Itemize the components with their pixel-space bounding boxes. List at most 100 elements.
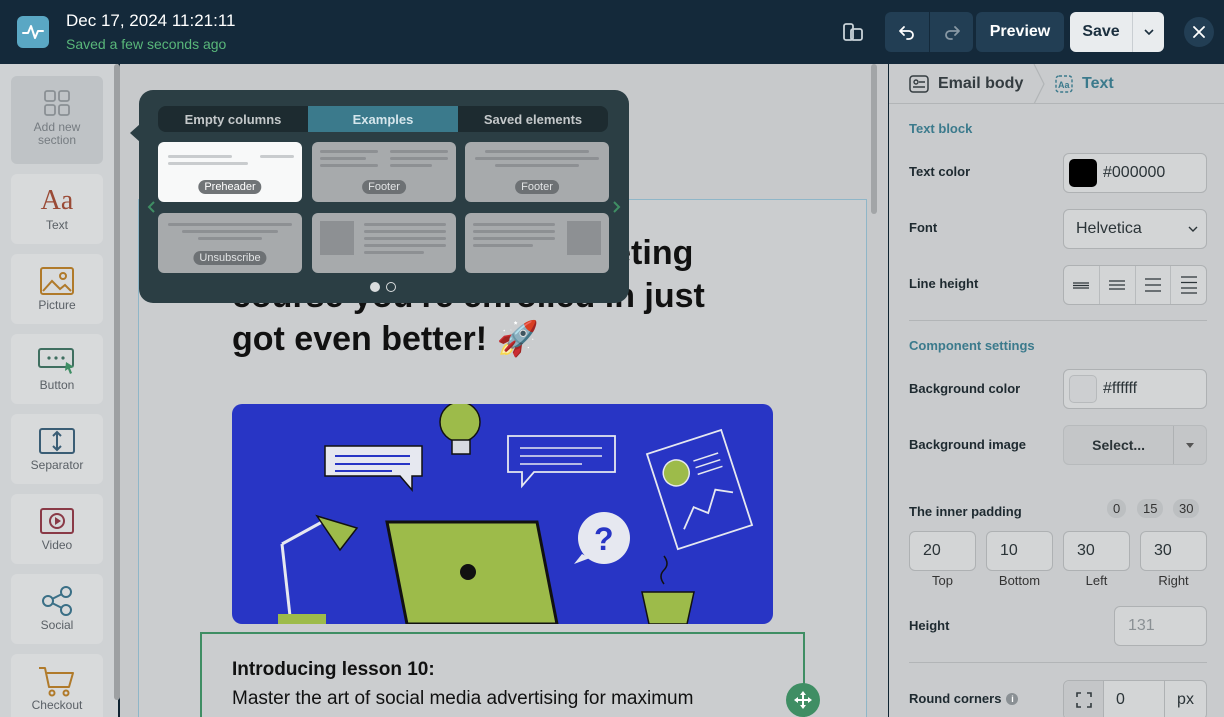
popup-next-chevron-icon[interactable] (611, 199, 623, 215)
corners-link-toggle[interactable] (1064, 681, 1104, 717)
popup-prev-chevron-icon[interactable] (145, 199, 157, 215)
tab-saved-elements[interactable]: Saved elements (458, 106, 608, 132)
breadcrumb-email-body[interactable]: Email body (909, 75, 1023, 93)
move-block-handle[interactable] (786, 683, 820, 717)
redo-button[interactable] (929, 12, 973, 52)
inner-padding-label: The inner padding (909, 504, 1022, 519)
round-corners-control: 0 px (1063, 680, 1207, 717)
font-select[interactable]: Helvetica (1063, 209, 1207, 249)
sidebar-item-text[interactable]: Aa Text (11, 174, 103, 244)
template-tag: Preheader (198, 180, 262, 194)
template-thumb-image-left[interactable] (312, 213, 456, 273)
tab-empty-columns[interactable]: Empty columns (158, 106, 308, 132)
sidebar-item-label: Add new section (33, 120, 81, 147)
line-height-loose-icon (1180, 276, 1197, 294)
padding-caption: Left (1085, 573, 1108, 588)
padding-preset-15[interactable]: 15 (1137, 499, 1164, 518)
undo-icon (899, 26, 914, 40)
popup-tabs: Empty columns Examples Saved elements (158, 106, 608, 132)
chevron-down-icon (1186, 442, 1195, 448)
template-tag: Unsubscribe (193, 251, 267, 265)
round-corners-input[interactable]: 0 (1104, 691, 1164, 709)
sidebar-item-label: Text (45, 218, 68, 232)
line-height-normal[interactable] (1098, 266, 1135, 304)
height-input[interactable]: 131 (1114, 606, 1207, 646)
svg-text:?: ? (594, 521, 614, 557)
section-divider (909, 320, 1207, 321)
component-settings-heading: Component settings (909, 338, 1035, 353)
page-dot[interactable] (386, 282, 396, 292)
page-dot-active[interactable] (370, 282, 380, 292)
template-thumb-unsubscribe[interactable]: Unsubscribe (158, 213, 302, 273)
template-thumb-image-right[interactable] (465, 213, 609, 273)
font-label: Font (909, 220, 938, 235)
hero-illustration[interactable]: ? (232, 404, 773, 624)
sidebar-item-picture[interactable]: Picture (11, 254, 103, 324)
background-image-select[interactable]: Select... (1063, 425, 1207, 465)
template-tag: Footer (362, 180, 406, 194)
save-button[interactable]: Save (1070, 12, 1132, 52)
svg-text:Aa: Aa (1058, 80, 1070, 90)
breadcrumb-label: Text (1082, 75, 1114, 92)
sidebar-item-separator[interactable]: Separator (11, 414, 103, 484)
sidebar-item-label: Button (39, 378, 75, 392)
height-label: Height (909, 618, 950, 633)
canvas-scrollbar[interactable] (871, 64, 877, 214)
picture-icon (40, 266, 74, 296)
close-icon (1193, 26, 1205, 38)
mobile-preview-icon[interactable] (841, 20, 865, 44)
text-color-value: #000000 (1103, 164, 1166, 181)
round-corners-label: Round corners (909, 691, 1002, 706)
text-color-picker[interactable]: #000000 (1063, 153, 1207, 193)
padding-top-input[interactable]: 20 (909, 531, 976, 571)
save-button-group: Save (1070, 12, 1164, 52)
sidebar-item-label: Social (40, 618, 74, 632)
line-height-options (1063, 265, 1207, 305)
color-swatch (1069, 159, 1097, 187)
sidebar-item-label: Separator (30, 458, 84, 472)
sidebar-item-add-section[interactable]: Add new section (11, 76, 103, 164)
save-options-button[interactable] (1132, 12, 1164, 52)
breadcrumb-text: Aa Text (1055, 75, 1114, 93)
round-corners-unit[interactable]: px (1164, 681, 1206, 717)
font-value: Helvetica (1076, 220, 1142, 237)
template-thumb-preheader[interactable]: Preheader (158, 142, 302, 202)
round-corners-row: Round corners i (909, 691, 1019, 706)
line-height-tight-icon (1073, 282, 1090, 289)
app-logo-icon[interactable] (17, 16, 49, 48)
padding-preset-0[interactable]: 0 (1107, 499, 1127, 518)
padding-right-input[interactable]: 30 (1140, 531, 1207, 571)
template-thumb-footer-alt[interactable]: Footer (465, 142, 609, 202)
hero-artwork: ? (278, 404, 754, 624)
sidebar-item-social[interactable]: Social (11, 574, 103, 644)
background-color-picker[interactable]: #ffffff (1063, 369, 1207, 409)
padding-left-input[interactable]: 30 (1063, 531, 1130, 571)
line-height-relaxed[interactable] (1134, 266, 1171, 304)
select-image-button[interactable]: Select... (1064, 437, 1173, 453)
padding-caption: Right (1158, 573, 1189, 588)
line-height-relaxed-icon (1144, 278, 1161, 292)
sidebar-item-video[interactable]: Video (11, 494, 103, 564)
breadcrumb-separator (1033, 64, 1045, 104)
undo-button[interactable] (885, 12, 929, 52)
sidebar-item-checkout[interactable]: Checkout (11, 654, 103, 717)
template-thumb-footer[interactable]: Footer (312, 142, 456, 202)
share-icon (41, 586, 73, 616)
preview-button[interactable]: Preview (976, 12, 1064, 52)
line-height-tight[interactable] (1064, 266, 1099, 304)
background-image-options[interactable] (1173, 426, 1206, 464)
text-aa-icon: Aa (40, 185, 74, 216)
padding-preset-30[interactable]: 30 (1173, 499, 1200, 518)
color-swatch (1069, 375, 1097, 403)
background-image-label: Background image (909, 437, 1027, 452)
tab-examples[interactable]: Examples (308, 106, 458, 132)
document-title[interactable]: Dec 17, 2024 11:21:11 (66, 11, 236, 31)
padding-bottom-input[interactable]: 10 (986, 531, 1053, 571)
sidebar-item-label: Video (41, 538, 73, 552)
chevron-down-icon (1188, 226, 1198, 232)
line-height-loose[interactable] (1170, 266, 1206, 304)
sidebar-item-button[interactable]: Button (11, 334, 103, 404)
background-color-value: #ffffff (1103, 380, 1138, 397)
info-icon[interactable]: i (1006, 692, 1019, 705)
close-button[interactable] (1184, 17, 1214, 47)
